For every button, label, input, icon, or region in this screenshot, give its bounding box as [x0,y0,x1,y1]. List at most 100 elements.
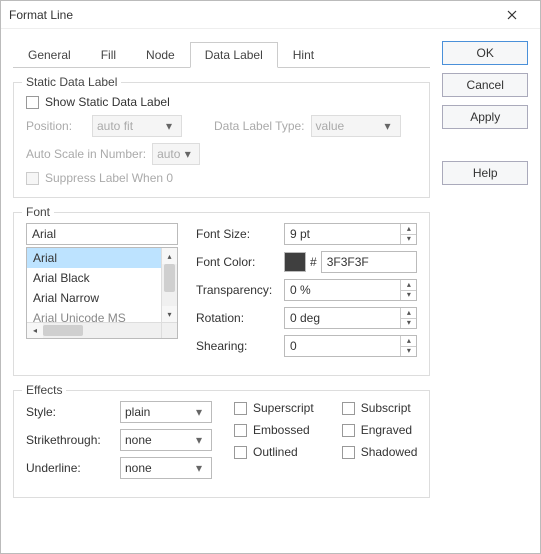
chevron-down-icon: ▾ [191,405,207,419]
font-color-swatch[interactable] [284,252,306,272]
chevron-down-icon: ▾ [180,147,195,161]
transparency-spinner[interactable]: 0 % ▴▾ [284,279,417,301]
superscript-label: Superscript [253,401,314,415]
spin-up-icon[interactable]: ▴ [401,224,416,235]
engraved-label: Engraved [361,423,412,437]
tabstrip: General Fill Node Data Label Hint [13,41,430,68]
group-font: Font Arial Arial Arial Black Arial Narro… [13,212,430,376]
shearing-label: Shearing: [196,339,278,353]
spin-down-icon[interactable]: ▾ [401,291,416,301]
font-family-input[interactable]: Arial [26,223,178,245]
tab-data-label[interactable]: Data Label [190,42,278,68]
font-size-spinner[interactable]: 9 pt ▴▾ [284,223,417,245]
data-label-type-label: Data Label Type: [214,119,305,133]
apply-button[interactable]: Apply [442,105,528,129]
checkbox-icon [234,402,247,415]
scroll-up-icon[interactable]: ▴ [162,248,177,264]
legend-effects: Effects [22,383,66,397]
scroll-track[interactable] [43,323,161,338]
superscript-checkbox[interactable]: Superscript [234,401,314,415]
horizontal-scrollbar[interactable]: ◂ ▸ [27,322,177,338]
strikethrough-label: Strikethrough: [26,433,112,447]
underline-combo[interactable]: none ▾ [120,457,212,479]
font-size-value: 9 pt [290,227,400,241]
outlined-label: Outlined [253,445,298,459]
position-combo[interactable]: auto fit ▾ [92,115,182,137]
titlebar: Format Line [1,1,540,29]
ok-button[interactable]: OK [442,41,528,65]
chevron-down-icon: ▾ [161,119,177,133]
checkbox-icon [342,446,355,459]
dialog-window: Format Line General Fill Node Data Label… [0,0,541,554]
spin-up-icon[interactable]: ▴ [401,308,416,319]
transparency-label: Transparency: [196,283,278,297]
rotation-value: 0 deg [290,311,400,325]
subscript-label: Subscript [361,401,411,415]
scroll-left-icon[interactable]: ◂ [27,323,43,338]
help-button[interactable]: Help [442,161,528,185]
spin-down-icon[interactable]: ▾ [401,347,416,357]
style-label: Style: [26,405,112,419]
strikethrough-value: none [125,433,191,447]
list-item[interactable]: Arial Narrow [27,288,177,308]
outlined-checkbox[interactable]: Outlined [234,445,314,459]
style-combo[interactable]: plain ▾ [120,401,212,423]
data-label-type-value: value [316,119,380,133]
data-label-type-combo[interactable]: value ▾ [311,115,401,137]
rotation-label: Rotation: [196,311,278,325]
engraved-checkbox[interactable]: Engraved [342,423,418,437]
auto-scale-combo[interactable]: auto ▾ [152,143,200,165]
embossed-label: Embossed [253,423,310,437]
group-effects: Effects Style: plain ▾ Strikethrough: [13,390,430,498]
show-static-label: Show Static Data Label [45,95,170,109]
list-item[interactable]: Arial [27,248,177,268]
chevron-down-icon: ▾ [380,119,396,133]
close-button[interactable] [492,1,532,29]
checkbox-icon [234,424,247,437]
scroll-thumb[interactable] [164,264,175,292]
hash-label: # [310,255,317,269]
legend-font: Font [22,205,54,219]
embossed-checkbox[interactable]: Embossed [234,423,314,437]
transparency-value: 0 % [290,283,400,297]
checkbox-icon [26,96,39,109]
legend-static: Static Data Label [22,75,121,89]
checkbox-icon [234,446,247,459]
checkbox-icon [26,172,39,185]
show-static-checkbox[interactable]: Show Static Data Label [26,95,170,109]
font-family-list[interactable]: Arial Arial Black Arial Narrow Arial Uni… [26,247,178,339]
vertical-scrollbar[interactable]: ▴ ▾ [161,248,177,322]
checkbox-icon [342,424,355,437]
window-title: Format Line [9,8,492,22]
subscript-checkbox[interactable]: Subscript [342,401,418,415]
spin-up-icon[interactable]: ▴ [401,336,416,347]
rotation-spinner[interactable]: 0 deg ▴▾ [284,307,417,329]
scroll-down-icon[interactable]: ▾ [162,306,177,322]
spin-up-icon[interactable]: ▴ [401,280,416,291]
shearing-spinner[interactable]: 0 ▴▾ [284,335,417,357]
font-color-label: Font Color: [196,255,278,269]
font-color-hex-input[interactable]: 3F3F3F [321,251,418,273]
auto-scale-value: auto [157,147,180,161]
spin-down-icon[interactable]: ▾ [401,235,416,245]
suppress-label-checkbox[interactable]: Suppress Label When 0 [26,171,173,185]
list-item[interactable]: Arial Black [27,268,177,288]
tab-general[interactable]: General [13,42,86,68]
auto-scale-label: Auto Scale in Number: [26,147,146,161]
group-static-data-label: Static Data Label Show Static Data Label… [13,82,430,198]
font-size-label: Font Size: [196,227,278,241]
tab-hint[interactable]: Hint [278,42,329,68]
shadowed-label: Shadowed [361,445,418,459]
cancel-button[interactable]: Cancel [442,73,528,97]
tab-fill[interactable]: Fill [86,42,131,68]
position-label: Position: [26,119,86,133]
scroll-corner [161,322,177,338]
scroll-thumb[interactable] [43,325,83,336]
checkbox-icon [342,402,355,415]
chevron-down-icon: ▾ [191,433,207,447]
shadowed-checkbox[interactable]: Shadowed [342,445,418,459]
scroll-track[interactable] [162,264,177,306]
spin-down-icon[interactable]: ▾ [401,319,416,329]
strikethrough-combo[interactable]: none ▾ [120,429,212,451]
tab-node[interactable]: Node [131,42,190,68]
